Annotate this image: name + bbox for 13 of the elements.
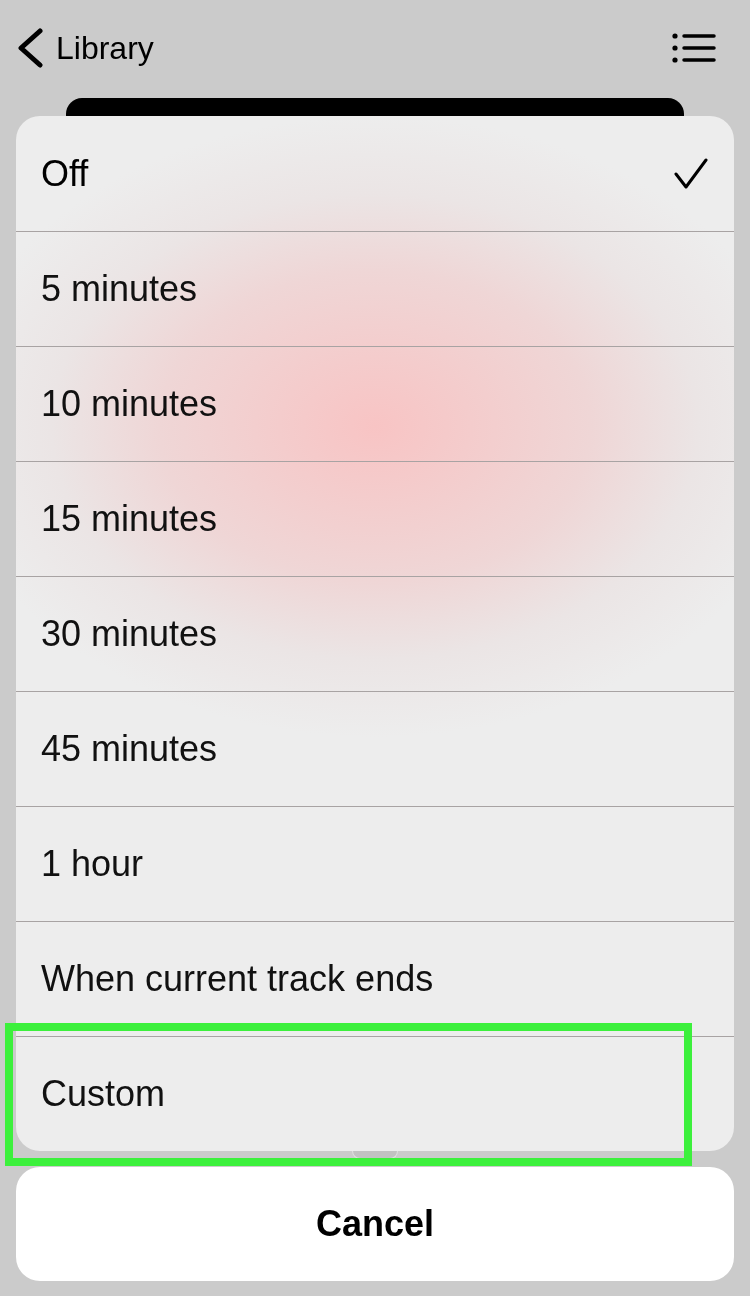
timer-option[interactable]: Off xyxy=(16,116,734,231)
list-menu-icon[interactable] xyxy=(672,32,716,63)
timer-option[interactable]: 15 minutes xyxy=(16,461,734,576)
timer-option[interactable]: 30 minutes xyxy=(16,576,734,691)
timer-option[interactable]: 5 minutes xyxy=(16,231,734,346)
timer-option[interactable]: Custom xyxy=(16,1036,734,1151)
timer-option[interactable]: 45 minutes xyxy=(16,691,734,806)
timer-option[interactable]: When current track ends xyxy=(16,921,734,1036)
cancel-button[interactable]: Cancel xyxy=(16,1167,734,1281)
chevron-left-icon xyxy=(16,27,44,68)
timer-option[interactable]: 1 hour xyxy=(16,806,734,921)
timer-option[interactable]: 10 minutes xyxy=(16,346,734,461)
back-button[interactable]: Library xyxy=(16,23,154,72)
